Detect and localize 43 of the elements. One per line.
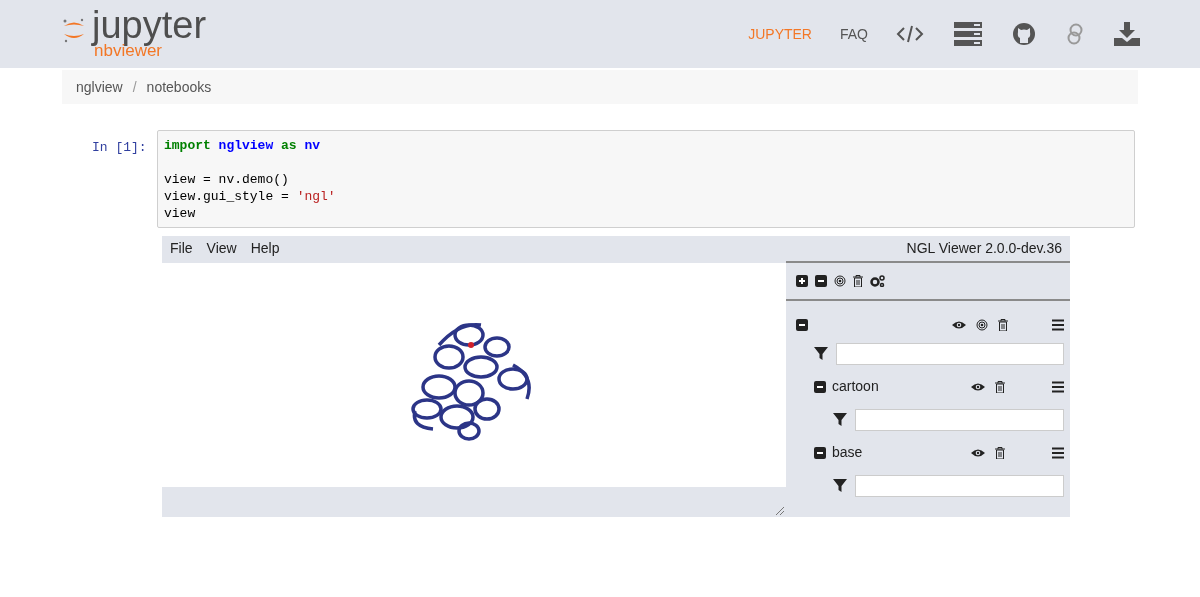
menu-item[interactable]: Help xyxy=(250,238,280,259)
representation-name: base xyxy=(832,443,863,462)
trash-icon[interactable] xyxy=(995,446,1005,459)
menu-icon[interactable] xyxy=(1052,380,1064,393)
filter-icon xyxy=(814,347,828,360)
collapse-icon[interactable] xyxy=(814,380,826,393)
server-icon[interactable] xyxy=(954,22,982,46)
eye-icon[interactable] xyxy=(971,447,985,458)
viewer-version: NGL Viewer 2.0.0-dev.36 xyxy=(906,239,1062,258)
gears-icon[interactable] xyxy=(870,275,885,287)
menu-item[interactable]: File xyxy=(170,238,193,259)
target-icon[interactable] xyxy=(976,319,988,331)
input-prompt: In [1]: xyxy=(92,139,148,157)
trash-icon[interactable] xyxy=(995,380,1005,393)
github-icon[interactable] xyxy=(1012,22,1036,46)
trash-icon[interactable] xyxy=(853,275,863,287)
code-icon[interactable] xyxy=(896,23,924,45)
trash-icon[interactable] xyxy=(998,319,1008,331)
target-icon[interactable] xyxy=(834,275,846,287)
code-text: import nglview as nv view = nv.demo() view.gui_style = 'ngl' view xyxy=(164,137,337,222)
filter-icon xyxy=(833,479,847,492)
filter-field[interactable] xyxy=(836,342,1064,365)
filter-icon xyxy=(833,413,847,426)
resize-handle-icon[interactable] xyxy=(776,507,784,515)
download-icon[interactable] xyxy=(1114,22,1140,46)
remove-icon[interactable] xyxy=(815,275,827,287)
filter-field[interactable] xyxy=(855,408,1064,431)
breadcrumb-separator: / xyxy=(132,77,137,97)
eye-icon[interactable] xyxy=(971,381,985,392)
nav-link[interactable]: FAQ xyxy=(840,23,868,45)
menu-item[interactable]: View xyxy=(206,238,237,259)
breadcrumb-link[interactable]: notebooks xyxy=(146,76,212,98)
representation-name: cartoon xyxy=(832,377,879,396)
menu-icon[interactable] xyxy=(1052,319,1064,331)
add-icon[interactable] xyxy=(796,275,808,287)
collapse-icon[interactable] xyxy=(796,319,808,331)
eye-icon[interactable] xyxy=(952,320,966,330)
code-input-cell[interactable]: import nglview as nv view = nv.demo() view.gui_style = 'ngl' view xyxy=(157,130,1135,228)
breadcrumb-link[interactable]: nglview xyxy=(76,76,123,98)
filter-field[interactable] xyxy=(855,474,1064,497)
collapse-icon[interactable] xyxy=(814,446,826,459)
viewer-canvas[interactable] xyxy=(162,263,786,487)
menu-icon[interactable] xyxy=(1052,446,1064,459)
